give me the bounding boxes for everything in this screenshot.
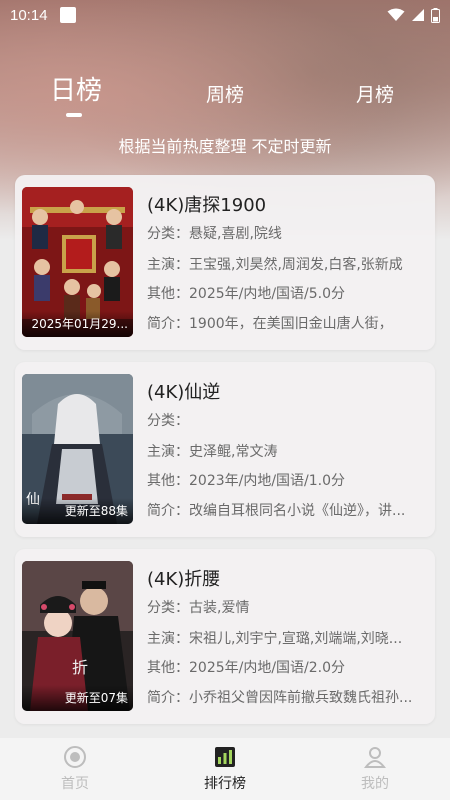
item-other: 其他：2025年/内地/国语/2.0分 bbox=[147, 660, 346, 676]
tab-daily[interactable]: 日榜 bbox=[50, 70, 102, 107]
wifi-icon bbox=[387, 8, 405, 21]
status-bar: 10:14 bbox=[0, 0, 450, 30]
poster-tag: 2025年01月29... bbox=[22, 311, 133, 337]
profile-icon bbox=[363, 747, 387, 768]
tab-weekly[interactable]: 周榜 bbox=[200, 80, 250, 107]
ranking-subtitle: 根据当前热度整理 不定时更新 bbox=[118, 137, 332, 156]
nav-label-ranking: 排行榜 bbox=[204, 776, 246, 792]
battery-icon bbox=[431, 7, 440, 23]
bottom-nav: 首页 排行榜 我的 bbox=[0, 738, 450, 800]
nav-item-home[interactable]: 首页 bbox=[0, 745, 150, 793]
tab-indicator bbox=[66, 113, 82, 117]
nav-item-ranking[interactable]: 排行榜 bbox=[150, 745, 300, 793]
item-cast: 主演：王宝强,刘昊然,周润发,白客,张新成 bbox=[147, 257, 403, 273]
poster-tag: 更新至88集 bbox=[22, 498, 133, 524]
item-title[interactable]: (4K)唐探1900 bbox=[147, 191, 266, 217]
item-category: 分类：古装,爱情 bbox=[147, 600, 250, 616]
item-cast: 主演：史泽鲲,常文涛 bbox=[147, 444, 278, 460]
item-intro: 简介：改编自耳根同名小说《仙逆》，讲... bbox=[147, 503, 406, 519]
poster-image[interactable]: 折 更新至07集 bbox=[22, 561, 133, 711]
item-title[interactable]: (4K)折腰 bbox=[147, 565, 220, 591]
list-item[interactable]: 仙 更新至88集 (4K)仙逆 分类： 主演：史泽鲲,常文涛 其他：2023年/… bbox=[15, 362, 435, 537]
signal-icon bbox=[412, 9, 424, 21]
nav-label-home: 首页 bbox=[61, 776, 89, 792]
item-category: 分类： bbox=[147, 413, 189, 429]
item-category: 分类：悬疑,喜剧,院线 bbox=[147, 226, 282, 242]
item-other: 其他：2023年/内地/国语/1.0分 bbox=[147, 473, 346, 489]
poster-image[interactable]: 2025年01月29... bbox=[22, 187, 133, 337]
list-item[interactable]: 2025年01月29... (4K)唐探1900 分类：悬疑,喜剧,院线 主演：… bbox=[15, 175, 435, 350]
item-intro: 简介：小乔祖父曾因阵前撤兵致魏氏祖孙... bbox=[147, 690, 413, 706]
nav-item-profile[interactable]: 我的 bbox=[300, 745, 450, 793]
svg-text:折: 折 bbox=[72, 658, 88, 677]
item-cast: 主演：宋祖儿,刘宇宁,宣璐,刘端端,刘晓... bbox=[147, 631, 403, 647]
tab-monthly[interactable]: 月榜 bbox=[350, 80, 400, 107]
ranking-icon bbox=[215, 747, 235, 767]
poster-tag: 更新至07集 bbox=[22, 685, 133, 711]
poster-image[interactable]: 仙 更新至88集 bbox=[22, 374, 133, 524]
status-time: 10:14 bbox=[10, 6, 48, 24]
item-other: 其他：2025年/内地/国语/5.0分 bbox=[147, 286, 346, 302]
app-square-icon bbox=[59, 7, 76, 23]
status-right bbox=[387, 7, 440, 23]
item-intro: 简介：1900年，在美国旧金山唐人街， bbox=[147, 316, 393, 332]
ranking-tabs: 日榜 周榜 月榜 bbox=[0, 70, 450, 120]
list-item[interactable]: 折 更新至07集 (4K)折腰 分类：古装,爱情 主演：宋祖儿,刘宇宁,宣璐,刘… bbox=[15, 549, 435, 724]
home-icon bbox=[64, 746, 86, 768]
nav-label-profile: 我的 bbox=[361, 776, 389, 792]
item-title[interactable]: (4K)仙逆 bbox=[147, 378, 220, 404]
